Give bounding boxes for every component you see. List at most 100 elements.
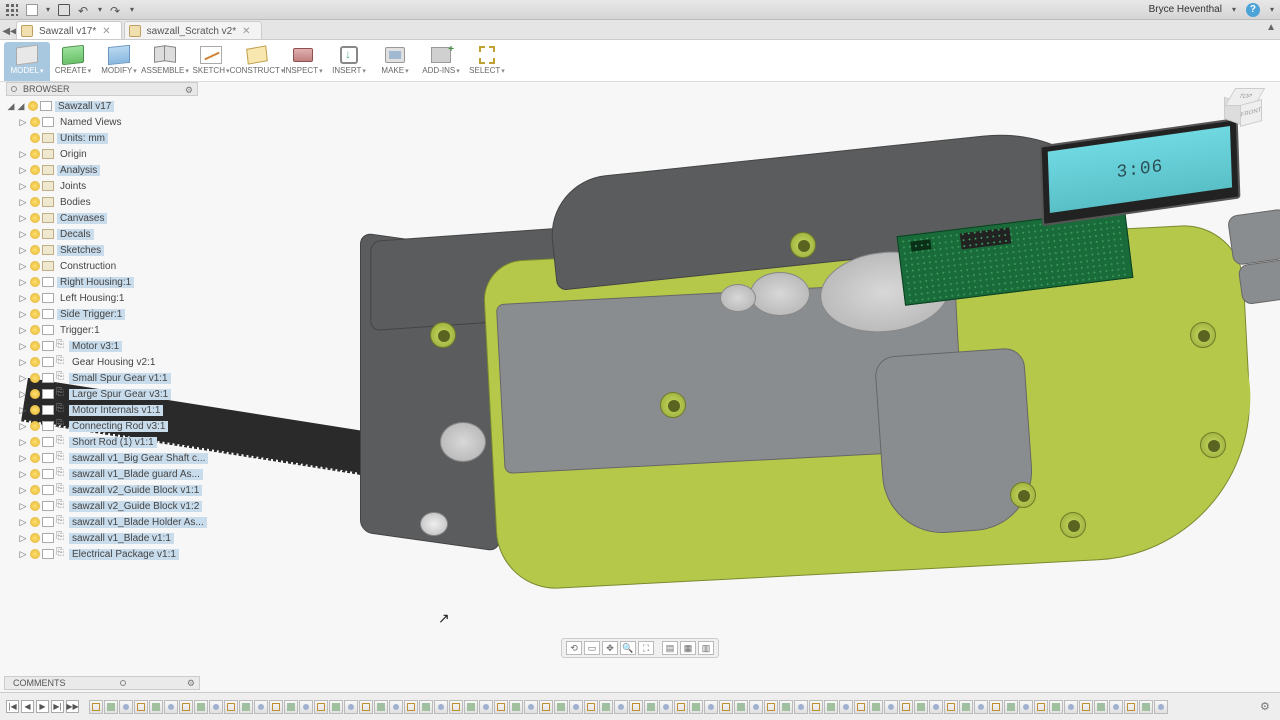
visibility-icon[interactable] (30, 245, 40, 255)
timeline-feature[interactable] (314, 700, 328, 714)
timeline-next-button[interactable]: ▶| (51, 700, 64, 713)
tree-item[interactable]: ▷sawzall v1_Blade Holder As... (6, 514, 216, 530)
display-style-icon[interactable]: ▤ (662, 641, 678, 655)
visibility-icon[interactable] (30, 229, 40, 239)
expand-icon[interactable]: ▷ (18, 485, 28, 496)
tree-item[interactable]: Units: mm (6, 130, 216, 146)
look-at-icon[interactable]: ▭ (584, 641, 600, 655)
timeline-feature[interactable] (284, 700, 298, 714)
tree-item[interactable]: ▷Short Rod (1) v1:1 (6, 434, 216, 450)
expand-icon[interactable]: ▷ (18, 245, 28, 256)
timeline-feature[interactable] (824, 700, 838, 714)
collapse-icon[interactable]: ◢ (16, 101, 26, 112)
timeline-feature[interactable] (494, 700, 508, 714)
expand-icon[interactable]: ▷ (18, 341, 28, 352)
visibility-icon[interactable] (30, 197, 40, 207)
tab-sawzall-v17[interactable]: Sawzall v17* ✕ (16, 21, 122, 39)
tree-item[interactable]: ▷Trigger:1 (6, 322, 216, 338)
expand-icon[interactable]: ▷ (18, 437, 28, 448)
timeline-feature[interactable] (329, 700, 343, 714)
modify-menu-button[interactable]: MODIFY (96, 42, 142, 81)
expand-icon[interactable]: ▷ (18, 181, 28, 192)
timeline-settings-icon[interactable]: ⚙ (1260, 700, 1274, 714)
viewport-layout-icon[interactable]: ▥ (698, 641, 714, 655)
insert-menu-button[interactable]: INSERT (326, 42, 372, 81)
expand-icon[interactable]: ▷ (18, 405, 28, 416)
timeline-feature[interactable] (449, 700, 463, 714)
timeline-feature[interactable] (89, 700, 103, 714)
expand-icon[interactable]: ▷ (18, 549, 28, 560)
tree-item[interactable]: ▷sawzall v1_Blade guard As... (6, 466, 216, 482)
data-panel-toggle-icon[interactable]: ◀◀ (4, 23, 16, 39)
expand-icon[interactable]: ▷ (18, 197, 28, 208)
visibility-icon[interactable] (30, 309, 40, 319)
timeline-feature[interactable] (614, 700, 628, 714)
sketch-menu-button[interactable]: SKETCH (188, 42, 234, 81)
expand-icon[interactable]: ▷ (18, 357, 28, 368)
select-menu-button[interactable]: SELECT (464, 42, 510, 81)
visibility-icon[interactable] (30, 133, 40, 143)
timeline-feature[interactable] (404, 700, 418, 714)
timeline-feature[interactable] (509, 700, 523, 714)
visibility-icon[interactable] (30, 437, 40, 447)
close-icon[interactable]: ✕ (102, 26, 110, 37)
timeline-feature[interactable] (254, 700, 268, 714)
timeline-feature[interactable] (149, 700, 163, 714)
timeline-start-button[interactable]: |◀ (6, 700, 19, 713)
timeline-feature[interactable] (1019, 700, 1033, 714)
comments-panel-header[interactable]: COMMENTS ⚙ (4, 676, 200, 690)
tree-item[interactable]: ▷sawzall v2_Guide Block v1:1 (6, 482, 216, 498)
save-icon[interactable] (58, 4, 70, 16)
viewcube-front[interactable]: FRONT (1240, 99, 1262, 127)
timeline-feature[interactable] (134, 700, 148, 714)
expand-icon[interactable]: ▷ (18, 453, 28, 464)
timeline-feature[interactable] (599, 700, 613, 714)
visibility-icon[interactable] (30, 533, 40, 543)
timeline-feature[interactable] (854, 700, 868, 714)
expand-icon[interactable]: ▷ (18, 117, 28, 128)
tree-item[interactable]: ▷sawzall v1_Blade v1:1 (6, 530, 216, 546)
timeline-feature[interactable] (479, 700, 493, 714)
timeline-feature[interactable] (629, 700, 643, 714)
expand-icon[interactable]: ▷ (18, 325, 28, 336)
addins-menu-button[interactable]: ADD-INS (418, 42, 464, 81)
redo-dropdown[interactable]: ▾ (130, 5, 134, 14)
timeline-feature[interactable] (644, 700, 658, 714)
timeline-feature[interactable] (119, 700, 133, 714)
make-menu-button[interactable]: MAKE (372, 42, 418, 81)
timeline-feature[interactable] (779, 700, 793, 714)
timeline-feature[interactable] (1109, 700, 1123, 714)
orbit-icon[interactable]: ⟲ (566, 641, 582, 655)
redo-icon[interactable] (110, 4, 122, 16)
visibility-icon[interactable] (30, 485, 40, 495)
timeline-feature[interactable] (389, 700, 403, 714)
visibility-icon[interactable] (30, 277, 40, 287)
timeline-feature[interactable] (719, 700, 733, 714)
visibility-icon[interactable] (30, 325, 40, 335)
timeline-feature[interactable] (749, 700, 763, 714)
tree-item[interactable]: ▷Gear Housing v2:1 (6, 354, 216, 370)
timeline-feature[interactable] (1094, 700, 1108, 714)
timeline-feature[interactable] (989, 700, 1003, 714)
tree-item[interactable]: ▷Electrical Package v1:1 (6, 546, 216, 562)
zoom-icon[interactable]: 🔍 (620, 641, 636, 655)
visibility-icon[interactable] (30, 149, 40, 159)
tree-item[interactable]: ▷Decals (6, 226, 216, 242)
timeline-feature[interactable] (1004, 700, 1018, 714)
visibility-icon[interactable] (30, 421, 40, 431)
tree-item[interactable]: ▷Bodies (6, 194, 216, 210)
visibility-icon[interactable] (30, 501, 40, 511)
tree-item[interactable]: ▷Small Spur Gear v1:1 (6, 370, 216, 386)
tree-item[interactable]: ▷Large Spur Gear v3:1 (6, 386, 216, 402)
tree-item[interactable]: ▷Construction (6, 258, 216, 274)
timeline-feature[interactable] (839, 700, 853, 714)
visibility-icon[interactable] (30, 117, 40, 127)
visibility-icon[interactable] (28, 101, 38, 111)
timeline-feature[interactable] (974, 700, 988, 714)
timeline-feature[interactable] (659, 700, 673, 714)
inspect-menu-button[interactable]: INSPECT (280, 42, 326, 81)
timeline-feature[interactable] (734, 700, 748, 714)
timeline-feature[interactable] (344, 700, 358, 714)
timeline-play-button[interactable]: ▶ (36, 700, 49, 713)
timeline-feature[interactable] (1049, 700, 1063, 714)
